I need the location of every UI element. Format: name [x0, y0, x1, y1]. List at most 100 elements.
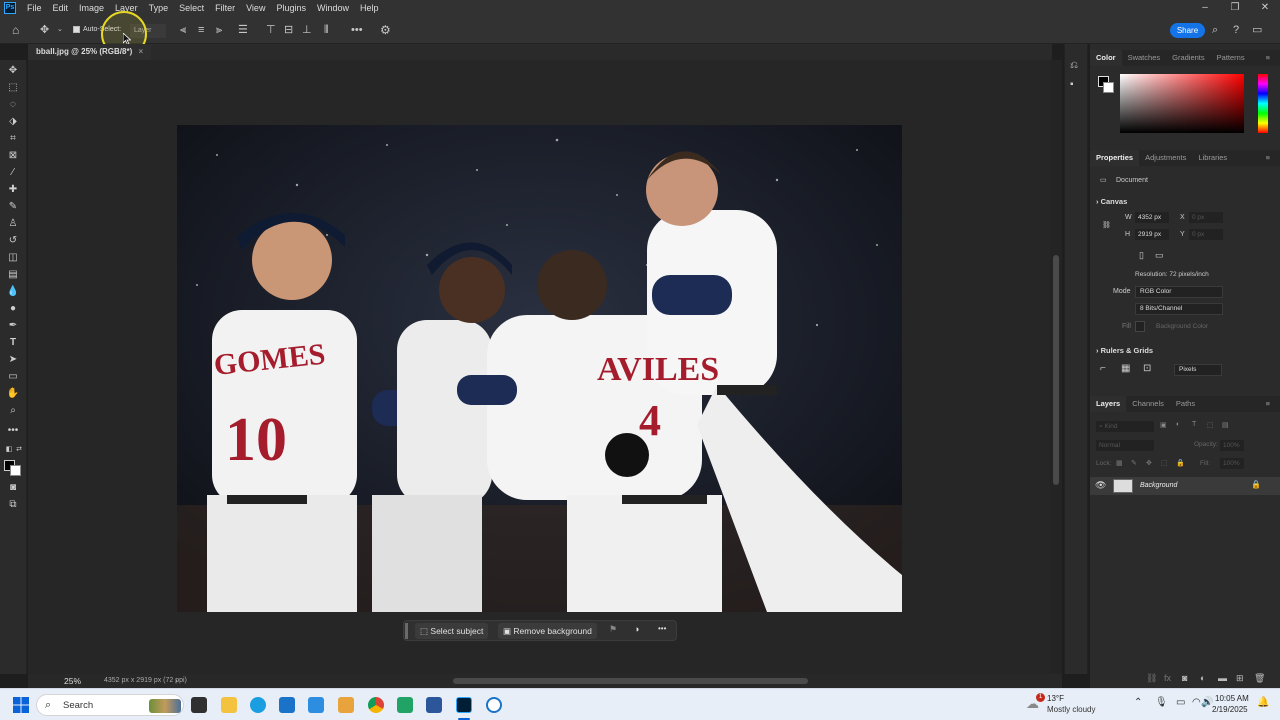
chrome-browser-icon[interactable] — [368, 697, 384, 713]
clock-date[interactable]: 2/19/2025 — [1212, 705, 1248, 714]
more-options-icon[interactable]: ••• — [658, 624, 666, 633]
horizontal-scroll-thumb[interactable] — [453, 678, 808, 684]
bit-depth-dropdown[interactable]: 8 Bits/Channel — [1135, 303, 1223, 315]
hue-slider[interactable] — [1258, 74, 1268, 133]
x-input[interactable]: 0 px — [1189, 212, 1223, 223]
minimize-icon[interactable]: – — [1190, 0, 1220, 16]
eraser-tool-icon[interactable]: ◫ — [6, 251, 20, 265]
tab-patterns[interactable]: Patterns — [1211, 50, 1251, 66]
background-color-swatch[interactable] — [10, 465, 21, 476]
chevron-up-icon[interactable]: ⌃ — [1134, 697, 1142, 708]
maximize-icon[interactable]: ❐ — [1220, 0, 1250, 16]
distribute-vertical-icon[interactable]: ⫴ — [324, 23, 329, 37]
edge-browser-icon[interactable] — [250, 697, 266, 713]
layer-row[interactable]: 👁 Background 🔒 — [1090, 477, 1280, 495]
comments-panel-icon[interactable]: ▪ — [1070, 79, 1074, 90]
adjustment-icon[interactable]: ◑ — [634, 624, 639, 634]
brush-tool-icon[interactable]: ✎ — [6, 200, 20, 214]
menu-file[interactable]: File — [22, 0, 48, 16]
panel-menu-icon[interactable]: ≡ — [1260, 50, 1276, 66]
adjustment-layer-icon[interactable]: ◐ — [1200, 673, 1205, 683]
mode-dropdown[interactable]: RGB Color — [1135, 286, 1223, 298]
photoshop-taskbar-icon[interactable] — [456, 697, 472, 713]
lock-transparent-icon[interactable]: ▦ — [1116, 459, 1123, 467]
lock-position-icon[interactable]: ✥ — [1146, 459, 1152, 467]
store-icon[interactable] — [279, 697, 295, 713]
link-icon[interactable]: ⛓ — [1102, 221, 1111, 229]
document-image[interactable]: GOMES 10 AVILES 4 — [177, 125, 902, 612]
photoshop-logo-icon[interactable]: Ps — [4, 2, 16, 14]
rulers-grids-section-title[interactable]: › Rulers & Grids — [1096, 346, 1153, 355]
portrait-orientation-icon[interactable]: ▯ — [1139, 250, 1144, 261]
zoom-tool-icon[interactable]: ⌕ — [6, 404, 20, 418]
units-dropdown[interactable]: Pixels — [1174, 364, 1222, 376]
align-right-icon[interactable]: ⫸ — [216, 23, 222, 37]
microphone-icon[interactable]: 🎙 — [1155, 697, 1168, 708]
type-filter-icon[interactable]: T — [1192, 421, 1196, 428]
remove-background-button[interactable]: ▣ Remove background — [498, 623, 597, 639]
notification-bell-icon[interactable]: 🔔 — [1257, 697, 1269, 708]
file-explorer-icon[interactable] — [221, 697, 237, 713]
path-selection-tool-icon[interactable]: ➤ — [6, 353, 20, 367]
tab-properties[interactable]: Properties — [1090, 150, 1140, 166]
hand-tool-icon[interactable]: ✋ — [6, 387, 20, 401]
align-center-icon[interactable]: ≡ — [198, 23, 204, 37]
lock-icon[interactable]: 🔒 — [1251, 480, 1261, 489]
add-mask-icon[interactable]: ◙ — [1182, 673, 1187, 683]
auto-select-checkbox[interactable] — [73, 26, 80, 33]
width-input[interactable]: 4352 px — [1135, 212, 1169, 223]
tab-paths[interactable]: Paths — [1170, 396, 1201, 412]
screen-mode-icon[interactable]: ⧉ — [6, 498, 20, 512]
ruler-icon[interactable]: ⌐ — [1100, 363, 1106, 374]
visibility-eye-icon[interactable]: 👁 — [1095, 480, 1106, 491]
lock-artboard-icon[interactable]: ⬚ — [1161, 459, 1168, 467]
fill-input[interactable]: 100% — [1220, 458, 1244, 469]
settings-app-icon[interactable] — [486, 697, 502, 713]
gradient-tool-icon[interactable]: ▤ — [6, 268, 20, 282]
align-left-icon[interactable]: ⫷ — [180, 23, 186, 37]
blur-tool-icon[interactable]: 💧 — [6, 285, 20, 299]
guides-icon[interactable]: ⊡ — [1143, 363, 1151, 374]
close-tab-icon[interactable]: × — [139, 47, 144, 56]
smart-object-filter-icon[interactable]: ▤ — [1222, 421, 1229, 429]
align-middle-icon[interactable]: ⊟ — [284, 23, 293, 37]
frame-tool-icon[interactable]: ⊠ — [6, 149, 20, 163]
history-brush-tool-icon[interactable]: ↺ — [6, 234, 20, 248]
type-tool-icon[interactable]: T — [6, 336, 20, 350]
task-view-icon[interactable] — [191, 697, 207, 713]
tab-color[interactable]: Color — [1090, 50, 1122, 66]
distribute-icon[interactable]: ☰ — [238, 23, 248, 37]
new-layer-icon[interactable]: ⊞ — [1236, 673, 1244, 684]
weather-description[interactable]: Mostly cloudy — [1047, 705, 1095, 714]
landscape-orientation-icon[interactable]: ▭ — [1155, 250, 1164, 261]
y-input[interactable]: 0 px — [1189, 229, 1223, 240]
history-panel-icon[interactable]: ⎌ — [1070, 60, 1078, 71]
healing-brush-tool-icon[interactable]: ✚ — [6, 183, 20, 197]
calculator-icon[interactable] — [308, 697, 324, 713]
lock-all-icon[interactable]: 🔒 — [1176, 459, 1185, 467]
adjustment-filter-icon[interactable]: ◐ — [1176, 421, 1180, 428]
snipping-tool-icon[interactable] — [338, 697, 354, 713]
chevron-down-icon[interactable]: ⌄ — [57, 23, 63, 37]
pen-tool-icon[interactable]: ✒ — [6, 319, 20, 333]
canvas-section-title[interactable]: › Canvas — [1096, 197, 1127, 206]
pin-icon[interactable]: ⚑ — [609, 624, 617, 635]
color-picker-field[interactable] — [1120, 74, 1244, 133]
fill-swatch[interactable] — [1135, 321, 1145, 332]
lasso-tool-icon[interactable]: ◌ — [6, 98, 20, 112]
share-button[interactable]: Share — [1170, 23, 1205, 38]
fx-icon[interactable]: fx — [1164, 673, 1171, 683]
menu-filter[interactable]: Filter — [210, 0, 241, 16]
home-icon[interactable]: ⌂ — [12, 23, 19, 37]
grid-icon[interactable]: ▦ — [1121, 363, 1130, 374]
excel-icon[interactable] — [397, 697, 413, 713]
menu-image[interactable]: Image — [74, 0, 110, 16]
opacity-input[interactable]: 100% — [1220, 440, 1244, 451]
menu-window[interactable]: Window — [312, 0, 355, 16]
tab-adjustments[interactable]: Adjustments — [1139, 150, 1192, 166]
layer-filter-kind[interactable]: ⌕ Kind — [1096, 421, 1154, 432]
align-bottom-icon[interactable]: ⊥ — [302, 23, 312, 37]
menu-select[interactable]: Select — [174, 0, 210, 16]
tab-channels[interactable]: Channels — [1126, 396, 1170, 412]
close-icon[interactable]: ✕ — [1250, 0, 1280, 16]
